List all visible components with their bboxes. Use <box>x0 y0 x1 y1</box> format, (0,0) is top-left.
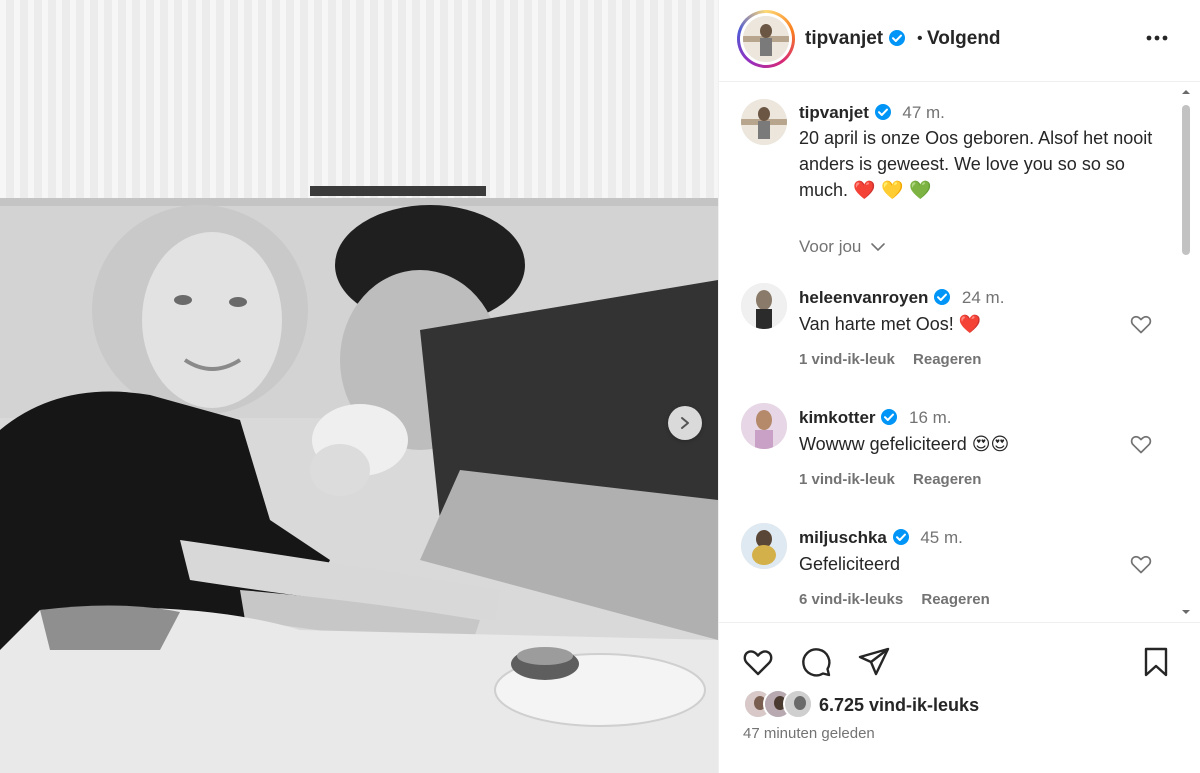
comment-like-count[interactable]: 6 vind-ik-leuks <box>799 591 903 608</box>
comment-icon[interactable] <box>799 645 833 679</box>
posted-time: 47 minuten geleden <box>743 725 875 742</box>
likes-count[interactable]: 6.725 vind-ik-leuks <box>819 695 979 716</box>
following-button[interactable]: Volgend <box>927 28 1001 50</box>
comment-username[interactable]: miljuschka <box>799 528 887 547</box>
comment-body: Van harte met Oos! <box>799 314 954 334</box>
comments-scroll-area[interactable]: tipvanjet 47 m. 20 april is onze Oos geb… <box>719 83 1200 621</box>
caption-author: tipvanjet 47 m. <box>799 103 945 123</box>
comment-body: Wowww gefeliciteerd <box>799 434 967 454</box>
post-header: tipvanjet • Volgend <box>719 0 1200 82</box>
author-username[interactable]: tipvanjet <box>805 28 906 50</box>
comment-time: 45 m. <box>920 528 963 547</box>
comment-like-count[interactable]: 1 vind-ik-leuk <box>799 471 895 488</box>
reply-button[interactable]: Reageren <box>913 471 981 488</box>
comment-meta: 1 vind-ik-leuk Reageren <box>799 471 995 488</box>
liker-avatar <box>783 689 813 719</box>
separator-dot: • <box>917 30 923 47</box>
author-avatar[interactable] <box>737 10 795 68</box>
heart-icon[interactable] <box>1129 432 1153 456</box>
author-avatar-image <box>743 16 789 62</box>
author-username-text[interactable]: tipvanjet <box>805 28 883 49</box>
liker-avatar-image <box>785 691 811 717</box>
caption-author-avatar[interactable] <box>741 99 787 145</box>
chevron-right-icon <box>681 417 689 429</box>
voor-jou-label: Voor jou <box>799 237 862 256</box>
caption-emojis: ❤️ 💛 💚 <box>853 180 932 201</box>
caption-body: 20 april is onze Oos geboren. Alsof het … <box>799 128 1153 200</box>
scrollbar-thumb[interactable] <box>1182 105 1190 255</box>
scroll-down-arrow-icon[interactable] <box>1181 607 1191 617</box>
reply-button[interactable]: Reageren <box>921 591 989 608</box>
comment-emoji: 😍😍 <box>971 434 1010 455</box>
comment-avatar-image <box>741 523 787 569</box>
scroll-up-arrow-icon[interactable] <box>1181 87 1191 97</box>
chevron-down-icon <box>871 243 885 252</box>
comment-time: 24 m. <box>961 288 1005 307</box>
caption-avatar-image <box>741 99 787 145</box>
comment-username[interactable]: kimkotter <box>799 408 876 427</box>
more-options-icon[interactable] <box>1143 24 1171 52</box>
next-photo-button[interactable] <box>668 406 702 440</box>
comment-username[interactable]: heleenvanroyen <box>799 288 928 307</box>
comment-author: heleenvanroyen 24 m. <box>799 288 1004 308</box>
comment-avatar-miljuschka[interactable] <box>741 523 787 569</box>
comment-time: 16 m. <box>909 408 952 427</box>
comment-like-count[interactable]: 1 vind-ik-leuk <box>799 351 895 368</box>
caption-username[interactable]: tipvanjet <box>799 103 869 122</box>
comment-text: Wowww gefeliciteerd 😍😍 <box>799 431 1009 458</box>
comments-scrollbar[interactable] <box>1180 83 1192 621</box>
comment-avatar-heleenvanroyen[interactable] <box>741 283 787 329</box>
comment-emoji: ❤️ <box>958 314 982 335</box>
heart-icon[interactable] <box>1129 312 1153 336</box>
verified-badge-icon <box>874 104 891 120</box>
paper-plane-icon[interactable] <box>857 645 891 679</box>
comment-text: Van harte met Oos! ❤️ <box>799 311 981 338</box>
bookmark-icon[interactable] <box>1139 645 1173 679</box>
heart-icon[interactable] <box>1129 552 1153 576</box>
verified-badge-icon <box>934 289 951 305</box>
voor-jou-toggle[interactable]: Voor jou <box>799 237 886 257</box>
verified-badge-icon <box>881 409 898 425</box>
caption-text: 20 april is onze Oos geboren. Alsof het … <box>799 125 1159 204</box>
post-actions: 6.725 vind-ik-leuks 47 minuten geleden <box>719 622 1200 773</box>
post-panel: tipvanjet • Volgend tipvanjet 47 m. 20 a… <box>718 0 1200 773</box>
comment-meta: 1 vind-ik-leuk Reageren <box>799 351 995 368</box>
photo-image <box>0 0 718 773</box>
verified-badge-icon <box>892 529 909 545</box>
verified-badge-icon <box>889 30 906 46</box>
comment-body: Gefeliciteerd <box>799 554 901 574</box>
reply-button[interactable]: Reageren <box>913 351 981 368</box>
caption-time: 47 m. <box>902 103 945 122</box>
comment-avatar-kimkotter[interactable] <box>741 403 787 449</box>
comment-meta: 6 vind-ik-leuks Reageren <box>799 591 1004 608</box>
comment-author: kimkotter 16 m. <box>799 408 952 428</box>
heart-icon[interactable] <box>741 645 775 679</box>
comment-author: miljuschka 45 m. <box>799 528 963 548</box>
post-photo <box>0 0 718 773</box>
comment-avatar-image <box>741 283 787 329</box>
comment-text: Gefeliciteerd <box>799 551 900 577</box>
comment-avatar-image <box>741 403 787 449</box>
